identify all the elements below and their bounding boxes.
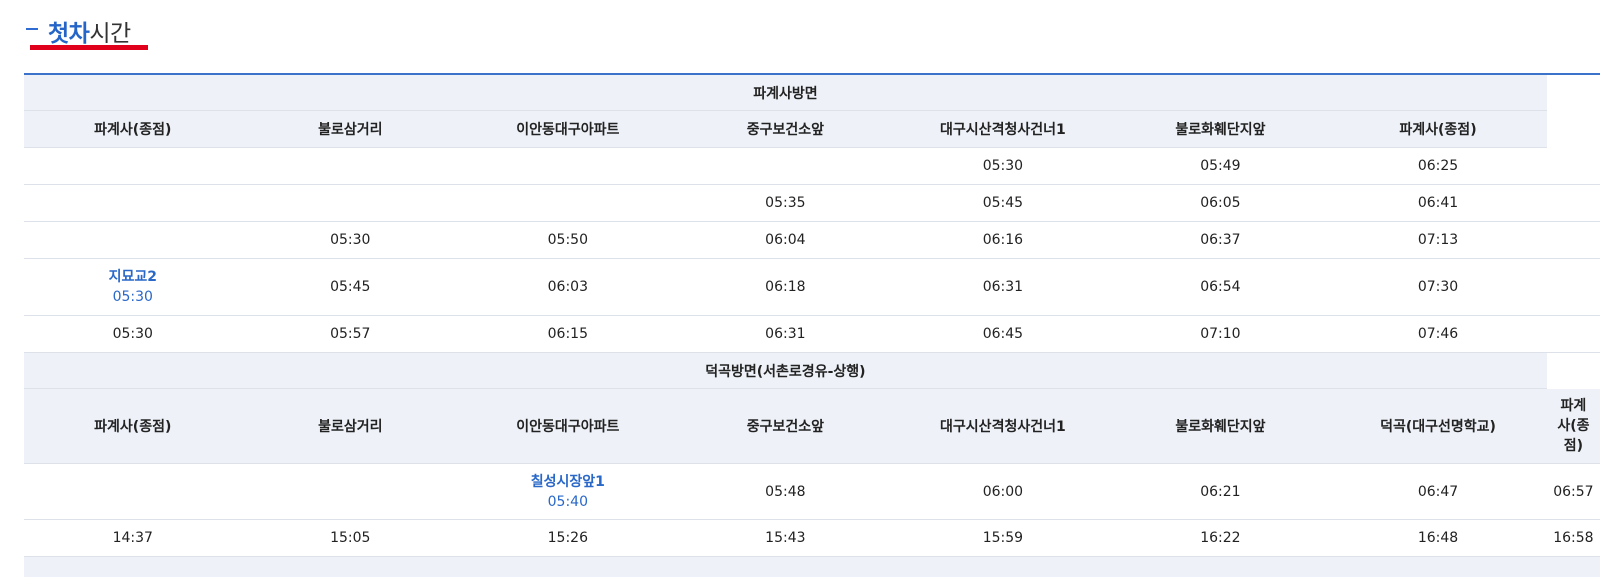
time-cell: 06:47 bbox=[1329, 463, 1547, 520]
time-cell: 14:37 bbox=[24, 519, 242, 557]
time-cell: 05:50 bbox=[459, 221, 677, 259]
time-cell bbox=[24, 463, 242, 520]
time-cell: 16:48 bbox=[1329, 519, 1547, 557]
column-header: 파계사(종점) bbox=[24, 388, 242, 464]
time-cell: 05:49 bbox=[1111, 147, 1330, 185]
time-cell: 06:25 bbox=[1329, 147, 1547, 185]
time-cell: 05:35 bbox=[676, 184, 895, 222]
section1-direction: 파계사방면 bbox=[24, 75, 1547, 111]
section1-header-row: 파계사(종점) 불로삼거리 이안동대구아파트 중구보건소앞 대구시산격청사건너1… bbox=[24, 110, 1600, 148]
time-cell: 06:31 bbox=[894, 258, 1112, 316]
time-cell: 15:59 bbox=[894, 519, 1112, 557]
time-cell: 06:54 bbox=[1111, 258, 1330, 316]
time-cell: 06:00 bbox=[894, 463, 1112, 520]
column-header: 파계사(종점) bbox=[24, 110, 242, 148]
title-dash-icon bbox=[26, 28, 38, 30]
column-header: 불로화훼단지앞 bbox=[1111, 110, 1330, 148]
time-cell: 06:41 bbox=[1329, 184, 1547, 222]
time-cell: 07:10 bbox=[1111, 315, 1330, 353]
time-cell bbox=[24, 147, 242, 185]
timetable: 파계사방면 파계사(종점) 불로삼거리 이안동대구아파트 중구보건소앞 대구시산… bbox=[24, 75, 1600, 577]
column-header: 파계사(종점) bbox=[1329, 110, 1547, 148]
time-cell: 06:05 bbox=[1111, 184, 1330, 222]
time-cell bbox=[241, 184, 460, 222]
column-header: 이안동대구아파트 bbox=[459, 110, 677, 148]
time-cell: 06:45 bbox=[894, 315, 1112, 353]
time-cell: 06:16 bbox=[894, 221, 1112, 259]
time-cell: 05:30 bbox=[241, 221, 460, 259]
time-cell: 05:45 bbox=[241, 258, 460, 316]
column-header: 불로삼거리 bbox=[241, 110, 460, 148]
transfer-cell[interactable]: 지묘교2 05:30 bbox=[24, 258, 242, 316]
time-cell: 05:48 bbox=[676, 463, 895, 520]
header-line: 점) bbox=[1563, 438, 1584, 454]
table-row: 05:30 05:50 06:04 06:16 06:37 07:13 bbox=[24, 221, 1600, 259]
transfer-stop-link[interactable]: 칠성시장앞1 bbox=[459, 472, 677, 492]
title-rest: 시간 bbox=[89, 21, 131, 47]
time-cell: 06:57 bbox=[1546, 463, 1600, 520]
time-cell bbox=[241, 463, 460, 520]
column-header-wrapped: 파계 사(종 점) bbox=[1546, 388, 1600, 464]
table-row: 칠성시장앞1 05:40 05:48 06:00 06:21 06:47 06:… bbox=[24, 463, 1600, 520]
time-cell: 05:57 bbox=[241, 315, 460, 353]
time-cell: 06:31 bbox=[676, 315, 895, 353]
time-cell bbox=[459, 184, 677, 222]
table-row: 지묘교2 05:30 05:45 06:03 06:18 06:31 06:54… bbox=[24, 258, 1600, 316]
transfer-stop-link[interactable]: 지묘교2 bbox=[24, 267, 242, 287]
time-cell bbox=[676, 147, 895, 185]
time-cell: 07:13 bbox=[1329, 221, 1547, 259]
table-row: 05:30 05:57 06:15 06:31 06:45 07:10 07:4… bbox=[24, 315, 1600, 353]
column-header: 중구보건소앞 bbox=[676, 110, 895, 148]
section2-direction: 덕곡방면(서촌로경유-상행) bbox=[24, 352, 1547, 389]
transfer-time: 05:40 bbox=[547, 493, 588, 510]
time-cell bbox=[24, 221, 242, 259]
time-cell: 07:46 bbox=[1329, 315, 1547, 353]
time-cell: 05:30 bbox=[894, 147, 1112, 185]
time-cell: 07:30 bbox=[1329, 258, 1547, 316]
table-row: 14:37 15:05 15:26 15:43 15:59 16:22 16:4… bbox=[24, 519, 1600, 557]
time-cell bbox=[241, 147, 460, 185]
column-header: 대구시산격청사건너1 bbox=[894, 110, 1112, 148]
table-row: 05:35 05:45 06:05 06:41 bbox=[24, 184, 1600, 222]
column-header: 이안동대구아파트 bbox=[459, 388, 677, 464]
title-highlight: 첫차 bbox=[48, 21, 90, 47]
page-title: 첫차시간 bbox=[48, 14, 131, 48]
time-cell: 05:45 bbox=[894, 184, 1112, 222]
column-header: 불로화훼단지앞 bbox=[1111, 388, 1330, 464]
time-cell bbox=[459, 147, 677, 185]
column-header: 불로삼거리 bbox=[241, 388, 460, 464]
section1-direction-row: 파계사방면 bbox=[24, 75, 1600, 111]
time-cell: 16:58 bbox=[1546, 519, 1600, 557]
time-cell: 15:05 bbox=[241, 519, 460, 557]
time-cell: 06:37 bbox=[1111, 221, 1330, 259]
column-header: 대구시산격청사건너1 bbox=[894, 388, 1112, 464]
section2-header-row: 파계사(종점) 불로삼거리 이안동대구아파트 중구보건소앞 대구시산격청사건너1… bbox=[24, 388, 1600, 464]
header-line: 파계 bbox=[1560, 398, 1587, 414]
time-cell: 15:26 bbox=[459, 519, 677, 557]
section2-direction-row: 덕곡방면(서촌로경유-상행) bbox=[24, 352, 1600, 389]
transfer-cell[interactable]: 칠성시장앞1 05:40 bbox=[459, 463, 677, 520]
time-cell: 06:04 bbox=[676, 221, 895, 259]
time-cell bbox=[24, 184, 242, 222]
time-cell: 16:22 bbox=[1111, 519, 1330, 557]
time-cell: 15:43 bbox=[676, 519, 895, 557]
header-line: 사(종 bbox=[1557, 418, 1590, 434]
time-cell: 06:03 bbox=[459, 258, 677, 316]
time-cell: 06:21 bbox=[1111, 463, 1330, 520]
next-section-row-partial bbox=[24, 556, 1600, 577]
transfer-time: 05:30 bbox=[112, 289, 153, 305]
column-header: 중구보건소앞 bbox=[676, 388, 895, 464]
time-cell: 05:30 bbox=[24, 315, 242, 353]
time-cell: 06:15 bbox=[459, 315, 677, 353]
time-cell: 06:18 bbox=[676, 258, 895, 316]
table-row: 05:30 05:49 06:25 bbox=[24, 147, 1600, 185]
title-underline bbox=[30, 45, 148, 50]
column-header: 덕곡(대구선명학교) bbox=[1329, 388, 1547, 464]
